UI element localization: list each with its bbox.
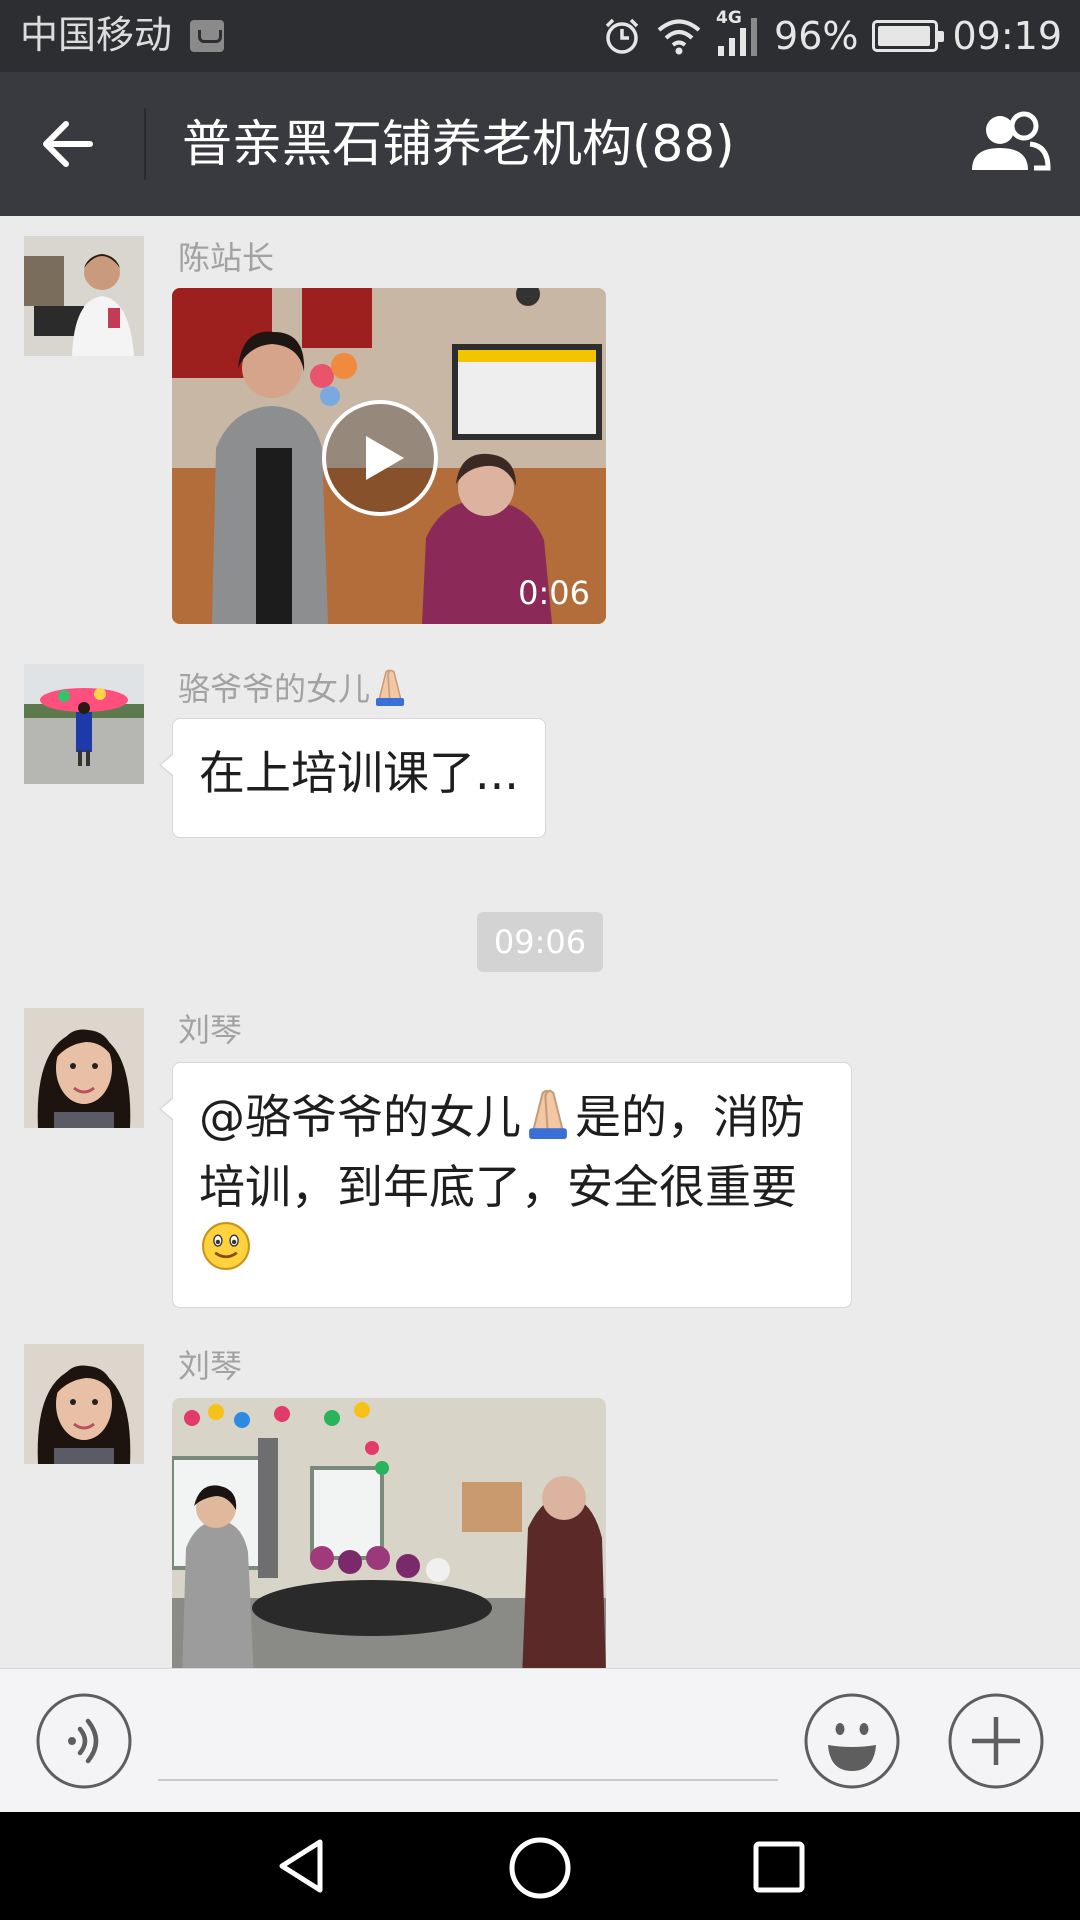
battery-percent: 96% xyxy=(774,14,859,58)
nav-back-button[interactable] xyxy=(270,1834,334,1898)
input-bar xyxy=(0,1668,1080,1812)
folded-hands-icon xyxy=(370,666,410,715)
signal-icon: 4G xyxy=(716,8,760,58)
plus-icon xyxy=(948,1693,1044,1789)
avatar[interactable] xyxy=(24,1344,144,1464)
image-thumbnail xyxy=(172,1398,606,1668)
avatar[interactable] xyxy=(24,664,144,784)
image-message[interactable] xyxy=(172,1398,606,1668)
voice-button[interactable] xyxy=(36,1693,132,1789)
text-message-bubble[interactable]: 在上培训课了... xyxy=(159,718,546,838)
battery-level xyxy=(878,26,931,46)
chat-title: 普亲黑石铺养老机构(88) xyxy=(182,115,735,173)
text-message-bubble[interactable]: @骆爷爷的女儿 是的，消防培训，到年底了，安全很重要 xyxy=(159,1062,852,1308)
folded-hands-icon xyxy=(521,1085,575,1155)
wifi-icon xyxy=(656,17,702,55)
sender-name-text: 骆爷爷的女儿 xyxy=(178,670,371,708)
smiling-face-icon xyxy=(199,1219,253,1289)
message-item: 陈站长 0:06 xyxy=(0,236,1080,624)
sender-name: 刘琴 xyxy=(178,1347,243,1385)
message-item: 骆爷爷的女儿 在上培训课了... xyxy=(0,664,1080,864)
emoji-button[interactable] xyxy=(804,1693,900,1789)
video-message[interactable]: 0:06 xyxy=(172,288,606,624)
nav-recent-button[interactable] xyxy=(748,1836,810,1898)
network-type: 4G xyxy=(716,8,742,28)
emoji-icon xyxy=(804,1693,900,1789)
group-members-icon xyxy=(972,111,1051,171)
battery-icon xyxy=(872,20,945,52)
time-divider: 09:06 xyxy=(477,912,603,972)
message-notification-icon xyxy=(190,20,224,52)
message-item: 刘琴 xyxy=(0,1344,1080,1668)
sender-name: 陈站长 xyxy=(178,239,275,277)
alarm-icon xyxy=(602,16,642,56)
back-button[interactable] xyxy=(36,112,100,176)
message-list[interactable]: 陈站长 0:06 骆爷爷的女儿 在上培训课了... 09:06 刘琴 @骆爷爷的… xyxy=(0,216,1080,1668)
message-input[interactable] xyxy=(158,1699,778,1781)
status-bar: 中国移动 4G 96% 09:19 xyxy=(0,0,1080,72)
group-members-button[interactable] xyxy=(966,110,1052,178)
play-button[interactable] xyxy=(320,398,440,518)
arrow-left-icon xyxy=(43,121,93,167)
play-icon xyxy=(322,400,438,516)
sender-name: 刘琴 xyxy=(178,1011,243,1049)
nav-home-icon xyxy=(509,1837,571,1899)
mention-text: @骆爷爷的女儿 xyxy=(199,1090,521,1144)
avatar[interactable] xyxy=(24,236,144,356)
system-nav-bar xyxy=(0,1812,1080,1920)
sender-name: 骆爷爷的女儿 xyxy=(178,666,410,715)
voice-icon xyxy=(36,1693,132,1789)
avatar[interactable] xyxy=(24,1008,144,1128)
video-duration: 0:06 xyxy=(518,574,590,612)
nav-recent-icon xyxy=(753,1841,805,1893)
status-indicators: 4G 96% 09:19 xyxy=(602,8,1062,62)
carrier-name: 中国移动 xyxy=(20,13,173,57)
nav-back-icon xyxy=(279,1839,323,1893)
header-divider xyxy=(144,108,146,180)
status-time: 09:19 xyxy=(952,14,1062,58)
chat-header: 普亲黑石铺养老机构(88) xyxy=(0,72,1080,216)
more-button[interactable] xyxy=(948,1693,1044,1789)
nav-home-button[interactable] xyxy=(506,1834,574,1902)
message-text: 在上培训课了... xyxy=(199,746,519,800)
message-item: 刘琴 @骆爷爷的女儿 是的，消防培训，到年底了，安全很重要 xyxy=(0,1008,1080,1328)
